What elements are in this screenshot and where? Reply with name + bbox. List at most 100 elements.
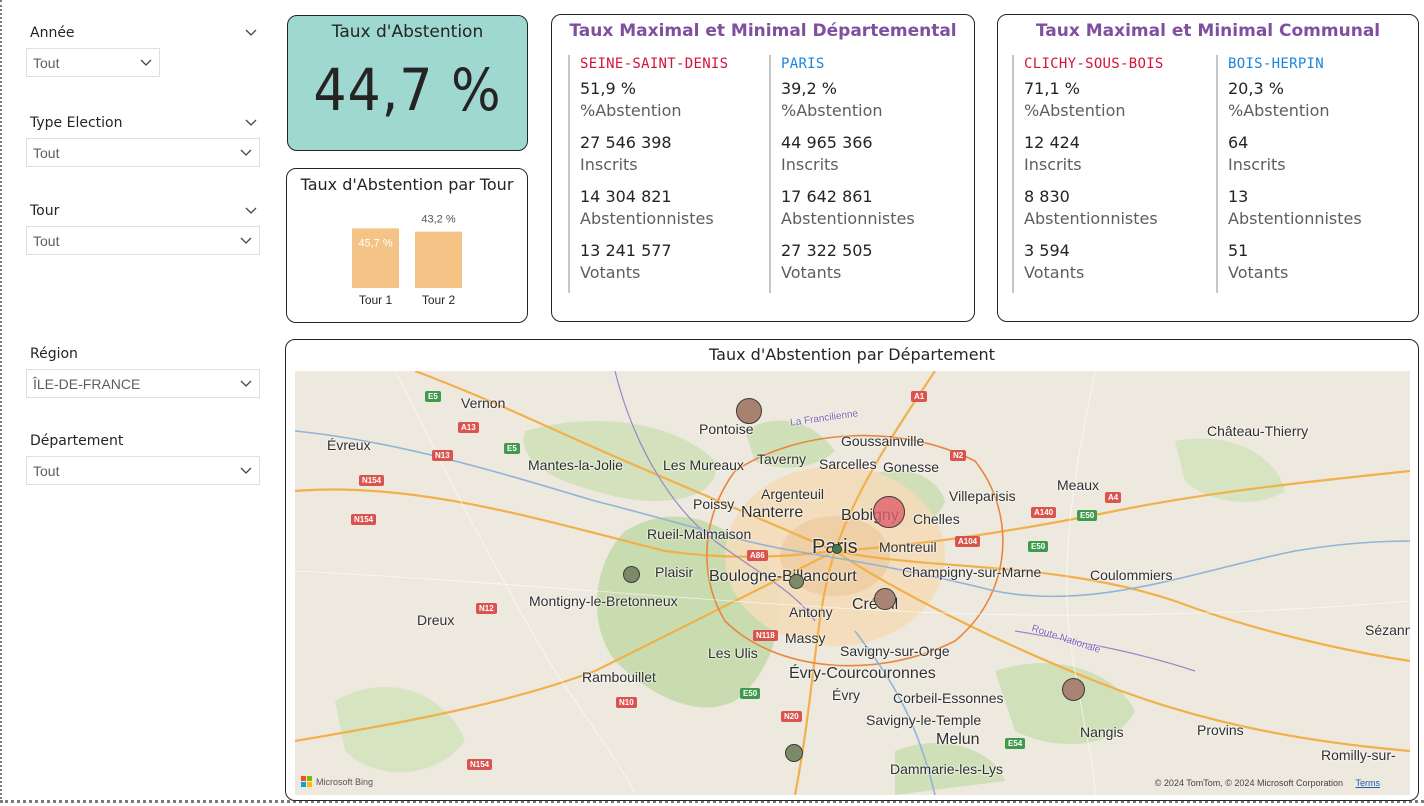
map-bubble-yvelines[interactable]	[623, 566, 640, 583]
map-city-rambouillet: Rambouillet	[582, 669, 656, 685]
slicer-region-dropdown[interactable]: ÎLE-DE-FRANCE	[26, 369, 260, 398]
commune-max-inscrits: 12 424	[1024, 133, 1080, 152]
map-city-antony: Antony	[789, 604, 833, 620]
commune-max-pct: 71,1 %	[1024, 79, 1080, 98]
dept-min-votants-label: Votants	[781, 263, 842, 282]
map-city-savigny-temple: Savigny-le-Temple	[866, 712, 982, 728]
dept-min-votants: 27 322 505	[781, 241, 873, 260]
road-shield-n154: N154	[359, 475, 385, 486]
map-city-vernon: Vernon	[461, 395, 506, 411]
map-title: Taux d'Abstention par Département	[709, 345, 995, 364]
tour-category-label: Tour 1	[359, 293, 393, 307]
map-city-nanterre: Nanterre	[741, 504, 804, 521]
commune-max-votants-label: Votants	[1024, 263, 1085, 282]
road-shield-a104: A104	[955, 536, 981, 547]
map-city-dreux: Dreux	[417, 612, 455, 628]
dept-max-pct: 51,9 %	[580, 79, 636, 98]
commune-min-votants: 51	[1228, 241, 1249, 260]
kpi-card[interactable]: Taux d'Abstention 44,7 %	[287, 15, 528, 151]
road-shield-n154: N154	[467, 759, 493, 770]
commune-max-votants: 3 594	[1024, 241, 1070, 260]
map-city-plaisir: Plaisir	[655, 564, 694, 580]
map-city-coulommiers: Coulommiers	[1090, 567, 1173, 583]
commune-min-votants-label: Votants	[1228, 263, 1289, 282]
commune-min-inscrits-label: Inscrits	[1228, 155, 1286, 174]
chevron-down-icon	[140, 59, 152, 66]
map-city-poissy: Poissy	[693, 496, 735, 512]
road-shield-a1: A1	[911, 391, 928, 402]
map-city-evreux: Évreux	[327, 437, 371, 453]
dept-max-name: SEINE-SAINT-DENIS	[580, 56, 729, 72]
road-shield-n10: N10	[616, 697, 637, 708]
map-city-goussainville: Goussainville	[841, 433, 925, 449]
map-bubble-essonne[interactable]	[785, 744, 803, 762]
dept-min-name: PARIS	[781, 56, 825, 72]
map-canvas[interactable]: Vernon Évreux Pontoise Goussainville Châ…	[295, 371, 1410, 795]
commune-max-inscrits-label: Inscrits	[1024, 155, 1082, 174]
chevron-down-icon	[240, 237, 252, 244]
map-city-champigny: Champigny-sur-Marne	[902, 564, 1042, 580]
commune-min-name: BOIS-HERPIN	[1228, 56, 1325, 72]
road-shield-a140: A140	[1031, 507, 1057, 518]
road-shield-n2: N2	[950, 450, 967, 461]
chevron-down-icon[interactable]	[244, 204, 258, 218]
dept-min-column: PARIS 39,2 % %Abstention 44 965 366 Insc…	[769, 55, 915, 293]
map-bubble-seine-et-marne[interactable]	[1062, 678, 1085, 701]
map-city-meaux: Meaux	[1057, 477, 1100, 493]
chevron-down-icon[interactable]	[244, 116, 258, 130]
slicer-annee-label: Année	[30, 25, 75, 41]
map-city-rueil: Rueil-Malmaison	[647, 526, 752, 542]
road-shield-n12: N12	[476, 603, 497, 614]
dept-minmax-title: Taux Maximal et Minimal Départemental	[569, 21, 957, 41]
map-card[interactable]: Taux d'Abstention par Département Vernon…	[285, 339, 1419, 801]
map-city-mureaux: Les Mureaux	[663, 457, 744, 473]
slicer-type-election-label: Type Election	[30, 115, 123, 131]
microsoft-logo-icon	[301, 776, 312, 787]
road-shield-n154: N154	[351, 514, 377, 525]
road-shield-n118: N118	[753, 630, 778, 641]
commune-minmax-card[interactable]: Taux Maximal et Minimal Communal CLICHY-…	[997, 14, 1419, 322]
road-shield-a13: A13	[458, 422, 479, 433]
map-bubble-val-de-marne[interactable]	[874, 588, 896, 610]
tour-bar-data-label: 43,2 %	[421, 214, 455, 226]
map-bubble-seine-saint-denis[interactable]	[873, 496, 905, 528]
slicer-tour-label: Tour	[30, 203, 60, 219]
slicer-region-label: Région	[30, 346, 78, 362]
slicer-annee-dropdown[interactable]: Tout	[26, 48, 160, 77]
map-city-ulis: Les Ulis	[708, 645, 758, 661]
slicer-type-election-dropdown[interactable]: Tout	[26, 138, 260, 167]
map-city-gonesse: Gonesse	[883, 459, 940, 475]
map-city-corbeil: Corbeil-Essonnes	[893, 690, 1004, 706]
map-bubble-paris[interactable]	[832, 544, 842, 554]
dept-max-inscrits-label: Inscrits	[580, 155, 638, 174]
slicer-annee-value: Tout	[33, 54, 60, 71]
road-shield-a4: A4	[1105, 492, 1122, 503]
tour-bar-2[interactable]	[415, 231, 462, 288]
chevron-down-icon	[240, 149, 252, 156]
dept-min-inscrits: 44 965 366	[781, 133, 873, 152]
map-city-evry-courcouronnes: Évry-Courcouronnes	[789, 665, 936, 682]
tour-chart-title: Taux d'Abstention par Tour	[300, 175, 514, 194]
map-bubble-hauts-de-seine[interactable]	[789, 574, 804, 589]
map-bubble-val-doise[interactable]	[736, 398, 762, 424]
chevron-down-icon	[240, 380, 252, 387]
commune-min-abst: 13	[1228, 187, 1249, 206]
slicer-tour-dropdown[interactable]: Tout	[26, 226, 260, 255]
road-shield-e50: E50	[1077, 510, 1098, 521]
dept-max-inscrits: 27 546 398	[580, 133, 672, 152]
commune-min-pct-label: %Abstention	[1228, 101, 1330, 120]
dept-max-pct-label: %Abstention	[580, 101, 682, 120]
commune-min-inscrits: 64	[1228, 133, 1249, 152]
tour-chart-card[interactable]: Taux d'Abstention par Tour 45,7 % Tour 14…	[286, 168, 528, 323]
road-shield-e54: E54	[1005, 738, 1026, 749]
dept-max-abst-label: Abstentionnistes	[580, 209, 714, 228]
map-city-boulogne: Boulogne-Billancourt	[709, 568, 857, 585]
commune-min-pct: 20,3 %	[1228, 79, 1284, 98]
terms-link[interactable]: Terms	[1356, 778, 1381, 788]
map-city-sarcelles: Sarcelles	[819, 456, 877, 472]
chevron-down-icon[interactable]	[244, 26, 258, 40]
dept-min-pct: 39,2 %	[781, 79, 837, 98]
dept-min-inscrits-label: Inscrits	[781, 155, 839, 174]
slicer-departement-dropdown[interactable]: Tout	[26, 456, 260, 485]
dept-minmax-card[interactable]: Taux Maximal et Minimal Départemental SE…	[551, 14, 975, 322]
